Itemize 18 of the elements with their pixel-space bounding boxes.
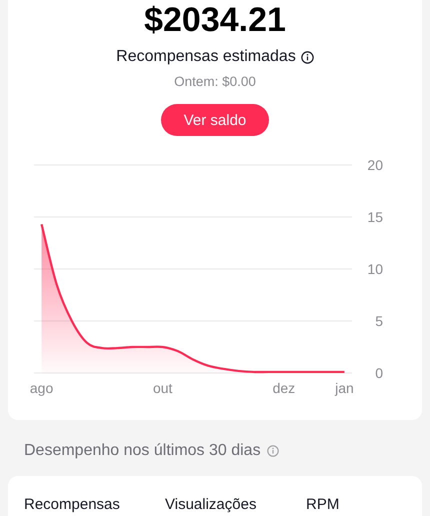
info-icon[interactable] <box>300 50 314 64</box>
balance-label: Recompensas estimadas <box>116 48 296 66</box>
axis-label: 5 <box>375 313 383 329</box>
axis-label: 15 <box>367 209 383 225</box>
section-heading: Desempenho nos últimos 30 dias <box>24 442 261 460</box>
yesterday-earnings: Ontem: $0.00 <box>174 74 256 89</box>
axis-label: 10 <box>367 261 383 277</box>
view-balance-button[interactable]: Ver saldo <box>161 104 269 136</box>
axis-label: ago <box>30 380 54 396</box>
balance-amount: $2034.21 <box>144 0 286 40</box>
axis-label: jan <box>335 380 354 396</box>
axis-label: 0 <box>375 365 383 381</box>
stat-label: RPM <box>306 496 340 515</box>
stat-label: Recompensas <box>24 496 121 515</box>
axis-label: out <box>152 380 172 396</box>
axis-label: 20 <box>367 157 383 173</box>
stat-label: Visualizações <box>165 496 258 515</box>
axis-label: dez <box>272 380 296 396</box>
